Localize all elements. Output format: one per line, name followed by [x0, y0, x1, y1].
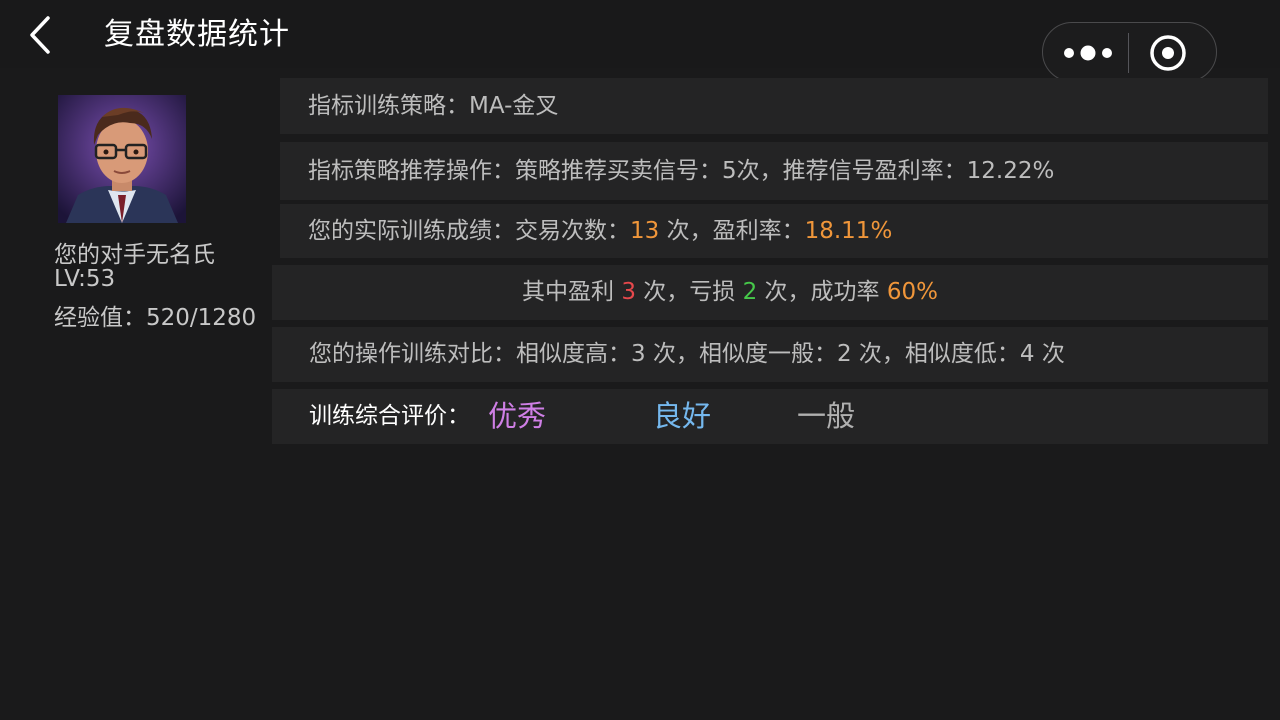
actual-label: 您的实际训练成绩：交易次数：	[308, 218, 630, 244]
more-dots-icon[interactable]	[1061, 39, 1117, 67]
row-rating: 训练综合评价： 优秀 良好 一般	[272, 389, 1268, 444]
page-title: 复盘数据统计	[104, 17, 290, 52]
back-arrow-icon	[30, 16, 50, 54]
back-button[interactable]	[22, 14, 62, 56]
row-recommend: 指标策略推荐操作：策略推荐买卖信号：5次，推荐信号盈利率：12.22%	[280, 142, 1268, 200]
avatar	[58, 95, 186, 223]
detail-mid2: 次，成功率	[757, 279, 887, 305]
loss-count: 2	[742, 279, 758, 305]
success-rate: 60%	[886, 279, 938, 305]
detail-label: 其中盈利	[522, 279, 622, 305]
opponent-name: 您的对手无名氏	[54, 242, 215, 268]
rating-label: 训练综合评价：	[309, 403, 470, 429]
rating-normal: 一般	[797, 399, 856, 433]
profit-rate: 18.11%	[804, 218, 893, 244]
strategy-text: 指标训练策略：MA-金叉	[308, 93, 559, 119]
opponent-level: LV:53	[54, 266, 116, 292]
rating-excellent: 优秀	[488, 399, 547, 433]
actual-mid: 次，盈利率：	[659, 218, 805, 244]
compare-text: 您的操作训练对比：相似度高：3 次，相似度一般：2 次，相似度低：4 次	[309, 341, 1065, 367]
close-target-icon[interactable]	[1149, 34, 1187, 72]
capsule-divider	[1128, 33, 1129, 73]
detail-mid1: 次，亏损	[635, 279, 743, 305]
detail-text: 其中盈利 3 次，亏损 2 次，成功率 60%	[522, 265, 938, 320]
menu-capsule	[1042, 22, 1217, 82]
actual-text: 您的实际训练成绩：交易次数：13 次，盈利率：18.11%	[308, 204, 892, 258]
row-actual: 您的实际训练成绩：交易次数：13 次，盈利率：18.11%	[280, 204, 1268, 258]
trade-count: 13	[630, 218, 660, 244]
row-compare: 您的操作训练对比：相似度高：3 次，相似度一般：2 次，相似度低：4 次	[272, 327, 1268, 382]
row-strategy: 指标训练策略：MA-金叉	[280, 78, 1268, 134]
recommend-text: 指标策略推荐操作：策略推荐买卖信号：5次，推荐信号盈利率：12.22%	[308, 158, 1055, 184]
rating-good: 良好	[653, 399, 712, 433]
row-detail: 其中盈利 3 次，亏损 2 次，成功率 60%	[272, 265, 1268, 320]
win-count: 3	[621, 279, 636, 305]
opponent-exp: 经验值：520/1280	[54, 305, 257, 331]
opponent-profile: 您的对手无名氏 LV:53 经验值：520/1280	[0, 80, 270, 340]
